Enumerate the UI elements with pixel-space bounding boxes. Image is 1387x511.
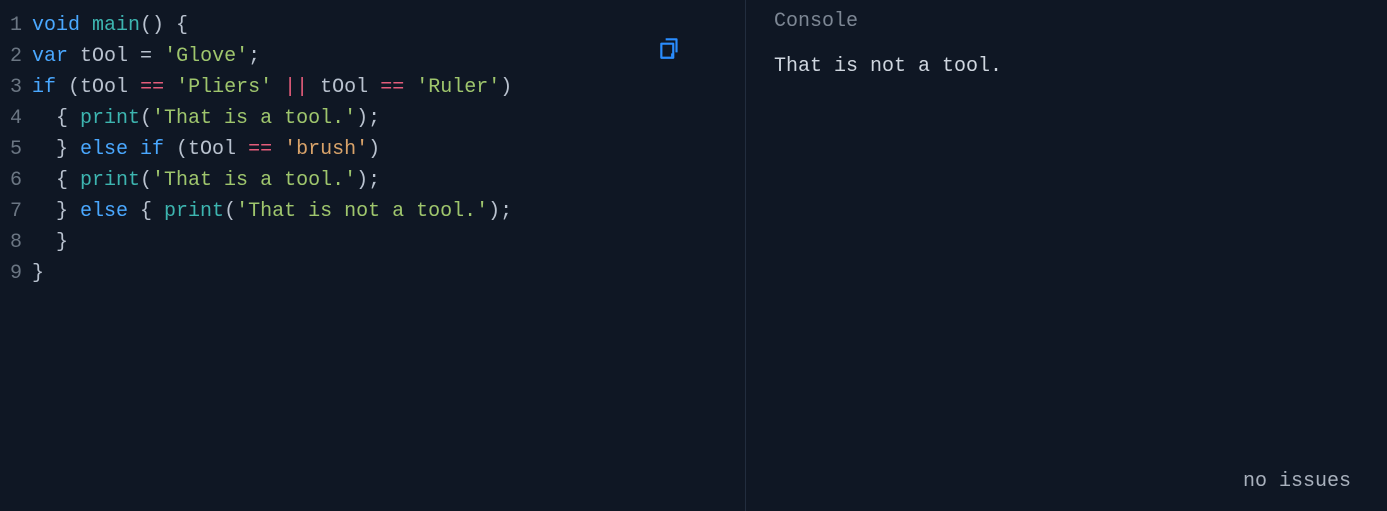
code-token: if [32,76,56,99]
copy-icon [657,35,685,61]
code-line[interactable]: 4 { print('That is a tool.'); [0,103,745,134]
code-text[interactable]: void main() { [32,10,745,41]
code-token: tOol [188,138,236,161]
code-token: } [32,231,68,254]
code-line[interactable]: 9} [0,258,745,289]
code-token [308,76,320,99]
code-token: { [128,200,164,223]
line-number: 6 [0,165,32,196]
code-text[interactable]: var tOol = 'Glove'; [32,41,745,72]
code-token: print [80,107,140,130]
line-number: 9 [0,258,32,289]
code-token: main [92,14,140,37]
console-pane: Console That is not a tool. no issues [746,0,1387,511]
code-token: 'That is a tool.' [152,169,356,192]
console-output: That is not a tool. [774,51,1387,82]
line-number: 2 [0,41,32,72]
code-token: ) [368,138,380,161]
code-text[interactable]: } [32,227,745,258]
code-token [272,138,284,161]
code-token [164,76,176,99]
code-token: } [32,262,44,285]
code-token [272,76,284,99]
code-token: () { [140,14,188,37]
code-token: = [128,45,164,68]
code-token [80,14,92,37]
console-title: Console [774,6,1387,37]
code-line[interactable]: 8 } [0,227,745,258]
copy-button[interactable] [657,34,685,62]
code-line[interactable]: 2var tOol = 'Glove'; [0,41,745,72]
code-line[interactable]: 1void main() { [0,10,745,41]
code-token: ( [164,138,188,161]
code-text[interactable]: } else if (tOol == 'brush') [32,134,745,165]
code-token: ) [500,76,512,99]
code-token: tOol [80,76,128,99]
status-text: no issues [1243,466,1351,497]
code-token [68,45,80,68]
code-token: 'Ruler' [416,76,500,99]
code-text[interactable]: { print('That is a tool.'); [32,103,745,134]
code-text[interactable]: } else { print('That is not a tool.'); [32,196,745,227]
code-token: == [140,76,164,99]
code-token [236,138,248,161]
code-token: ); [488,200,512,223]
code-token: var [32,45,68,68]
code-token: else if [80,138,164,161]
code-token: == [380,76,404,99]
code-token: ( [140,107,152,130]
line-number: 3 [0,72,32,103]
line-number: 8 [0,227,32,258]
code-token: print [80,169,140,192]
code-text[interactable]: if (tOol == 'Pliers' || tOol == 'Ruler') [32,72,745,103]
code-token: } [32,138,80,161]
code-token: ( [56,76,80,99]
code-token: ); [356,107,380,130]
code-line[interactable]: 7 } else { print('That is not a tool.'); [0,196,745,227]
code-token [368,76,380,99]
code-token: || [284,76,308,99]
code-token: 'brush' [284,138,368,161]
code-token: void [32,14,80,37]
code-token: { [32,169,80,192]
code-token: tOol [80,45,128,68]
code-text[interactable]: { print('That is a tool.'); [32,165,745,196]
code-line[interactable]: 3if (tOol == 'Pliers' || tOol == 'Ruler'… [0,72,745,103]
code-line[interactable]: 6 { print('That is a tool.'); [0,165,745,196]
code-editor-pane[interactable]: 1void main() {2var tOol = 'Glove';3if (t… [0,0,745,511]
line-number: 7 [0,196,32,227]
line-number: 1 [0,10,32,41]
code-line[interactable]: 5 } else if (tOol == 'brush') [0,134,745,165]
line-number: 4 [0,103,32,134]
code-token: 'That is not a tool.' [236,200,488,223]
code-token [404,76,416,99]
code-token: ); [356,169,380,192]
code-token: } [32,200,80,223]
code-token: 'That is a tool.' [152,107,356,130]
code-token: print [164,200,224,223]
code-token: tOol [320,76,368,99]
code-text[interactable]: } [32,258,745,289]
line-number: 5 [0,134,32,165]
app-root: 1void main() {2var tOol = 'Glove';3if (t… [0,0,1387,511]
code-token: else [80,200,128,223]
code-token [128,76,140,99]
code-token: == [248,138,272,161]
code-token: 'Pliers' [176,76,272,99]
code-token: ( [140,169,152,192]
code-token: 'Glove' [164,45,248,68]
code-token: ( [224,200,236,223]
code-token: { [32,107,80,130]
code-lines[interactable]: 1void main() {2var tOol = 'Glove';3if (t… [0,10,745,289]
code-token: ; [248,45,260,68]
